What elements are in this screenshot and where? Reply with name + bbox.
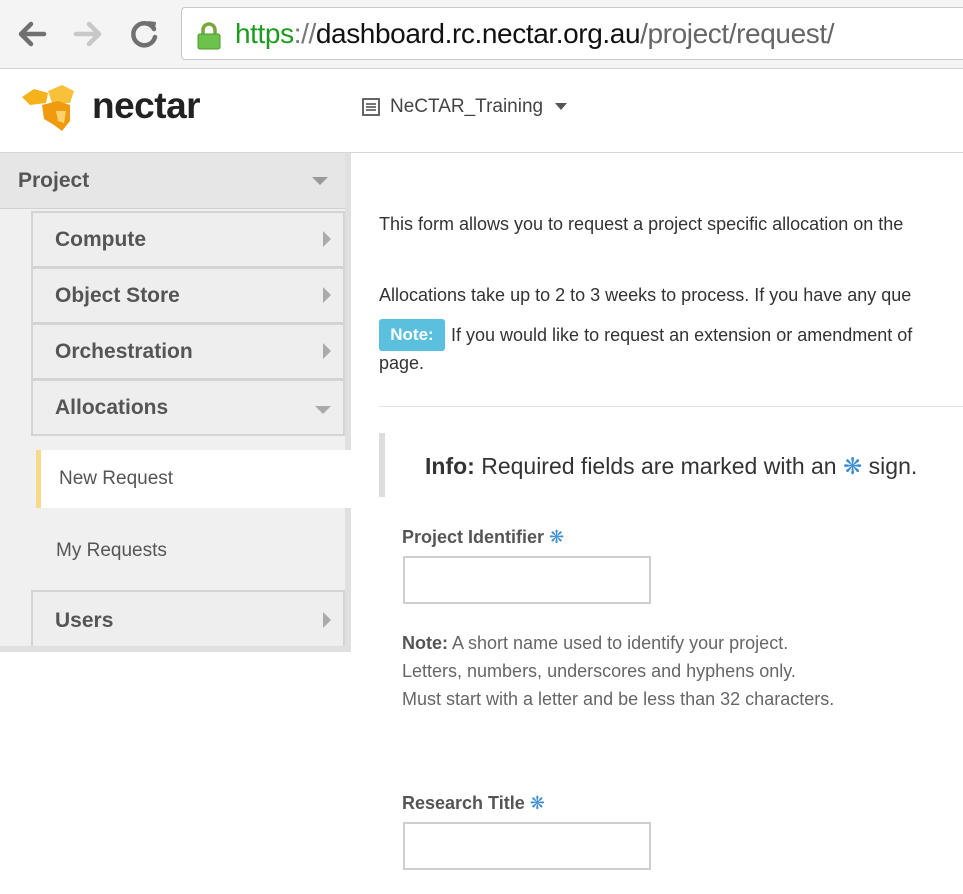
sidebar-item-object-store[interactable]: Object Store bbox=[31, 267, 345, 323]
chevron-down-icon bbox=[555, 103, 568, 110]
url-separator: :// bbox=[293, 18, 317, 49]
url-host: dashboard.rc.nectar.org.au bbox=[315, 18, 641, 49]
chevron-down-icon bbox=[315, 406, 331, 414]
note-text: If you would like to request an extensio… bbox=[451, 325, 913, 345]
sidebar-subitem-my-requests[interactable]: My Requests bbox=[56, 540, 167, 562]
project-identifier-label: Project Identifier ❋ bbox=[402, 527, 564, 548]
chevron-right-icon bbox=[323, 343, 331, 359]
project-list-icon bbox=[362, 98, 380, 116]
research-title-label: Research Title ❋ bbox=[402, 793, 545, 814]
chevron-down-icon bbox=[312, 177, 328, 185]
note-tail-text: page. bbox=[379, 353, 425, 373]
project-switcher[interactable]: NeCTAR_Training bbox=[362, 96, 568, 118]
info-text-after: sign. bbox=[868, 453, 918, 479]
back-arrow-icon bbox=[18, 21, 47, 47]
url-text: https://dashboard.rc.nectar.org.au/proje… bbox=[235, 18, 835, 50]
nectar-logo[interactable] bbox=[18, 81, 94, 142]
section-divider bbox=[379, 406, 963, 407]
help-line-1-text: A short name used to identify your proje… bbox=[452, 633, 789, 653]
help-line-3: Must start with a letter and be less tha… bbox=[402, 689, 835, 709]
info-text: Info: Required fields are marked with an… bbox=[425, 453, 917, 480]
sidebar-item-label: Object Store bbox=[55, 284, 180, 307]
sidebar-item-label: Allocations bbox=[55, 396, 169, 419]
sidebar-subitem-new-request[interactable]: New Request bbox=[36, 450, 351, 508]
intro-text: This form allows you to request a projec… bbox=[379, 214, 904, 234]
sidebar-item-users[interactable]: Users bbox=[31, 590, 345, 646]
sidebar: Project Compute Object Store Orchestrati… bbox=[0, 153, 351, 652]
research-title-label-text: Research Title bbox=[402, 793, 525, 813]
address-bar[interactable]: https://dashboard.rc.nectar.org.au/proje… bbox=[181, 7, 963, 60]
chevron-right-icon bbox=[323, 287, 331, 303]
reload-button[interactable] bbox=[124, 14, 164, 54]
research-title-input[interactable] bbox=[403, 822, 651, 870]
sidebar-subitem-label: New Request bbox=[59, 468, 174, 489]
sidebar-item-label: Compute bbox=[55, 228, 146, 251]
help-note-label: Note: bbox=[402, 633, 448, 653]
sidebar-item-compute[interactable]: Compute bbox=[31, 211, 345, 267]
back-button[interactable] bbox=[12, 14, 52, 54]
project-identifier-input[interactable] bbox=[403, 556, 651, 604]
forward-button[interactable] bbox=[68, 14, 108, 54]
required-star-icon: ❋ bbox=[549, 527, 565, 547]
browser-toolbar: https://dashboard.rc.nectar.org.au/proje… bbox=[0, 0, 963, 69]
sidebar-item-label: Orchestration bbox=[55, 340, 193, 363]
info-box: Info: Required fields are marked with an… bbox=[379, 433, 963, 497]
forward-arrow-icon bbox=[73, 21, 102, 47]
chevron-right-icon bbox=[323, 612, 331, 628]
url-path: /project/request/ bbox=[640, 18, 835, 49]
nectar-logo-icon bbox=[22, 85, 74, 131]
sidebar-project-header[interactable]: Project bbox=[0, 153, 345, 209]
project-identifier-label-text: Project Identifier bbox=[402, 527, 545, 547]
help-line-2: Letters, numbers, underscores and hyphen… bbox=[402, 661, 796, 681]
required-star-icon: ❋ bbox=[529, 793, 545, 813]
lock-icon bbox=[197, 22, 221, 50]
chevron-right-icon bbox=[323, 231, 331, 247]
info-label: Info: bbox=[425, 453, 475, 479]
logo-text: nectar bbox=[92, 85, 201, 126]
process-text: Allocations take up to 2 to 3 weeks to p… bbox=[379, 285, 912, 305]
project-name: NeCTAR_Training bbox=[390, 96, 544, 117]
project-identifier-help: Note: A short name used to identify your… bbox=[402, 629, 834, 713]
help-line-1: Note: A short name used to identify your… bbox=[402, 629, 834, 657]
info-text-before: Required fields are marked with an bbox=[481, 453, 837, 479]
required-star-icon: ❋ bbox=[843, 453, 863, 479]
app-header: nectar NeCTAR_Training bbox=[0, 69, 963, 153]
url-scheme: https bbox=[235, 18, 294, 49]
sidebar-item-allocations[interactable]: Allocations bbox=[31, 379, 345, 436]
reload-icon bbox=[131, 21, 158, 48]
sidebar-project-label: Project bbox=[18, 169, 90, 192]
sidebar-item-orchestration[interactable]: Orchestration bbox=[31, 323, 345, 379]
note-badge: Note: bbox=[379, 319, 445, 351]
sidebar-item-label: Users bbox=[55, 609, 114, 632]
